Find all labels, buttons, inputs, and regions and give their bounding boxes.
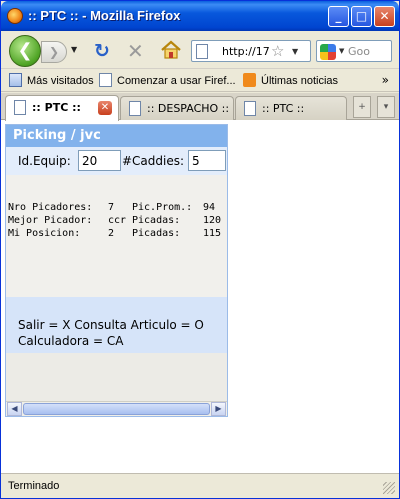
close-button[interactable]: ✕ — [374, 6, 395, 27]
bookmarks-overflow-button[interactable]: » — [382, 73, 389, 87]
bookmark-most-visited[interactable]: Más visitados — [9, 73, 94, 89]
bookmark-label: Últimas noticias — [261, 75, 339, 87]
stat-label: Picadas: — [132, 215, 181, 226]
scroll-right-icon[interactable]: ▶ — [211, 402, 226, 416]
equipment-form: Id.Equip: #Caddies: — [6, 147, 227, 175]
page-content: Picking / jvc Id.Equip: #Caddies: Nro Pi… — [1, 120, 399, 473]
tab-close-icon[interactable]: ✕ — [98, 101, 112, 115]
status-bar: Terminado — [1, 473, 399, 498]
new-tab-button[interactable]: + — [353, 96, 371, 118]
stat-label: Mejor Picador: — [8, 215, 93, 226]
empty-area — [6, 353, 227, 401]
stat-value: 94 — [203, 202, 216, 213]
stat-value: 115 — [203, 228, 222, 239]
stat-label: Pic.Prom.: — [132, 202, 193, 213]
tab-despacho[interactable]: :: DESPACHO :: — [120, 96, 234, 120]
home-icon[interactable] — [159, 38, 183, 62]
title-bar[interactable]: :: PTC :: - Mozilla Firefox _ □ ✕ — [1, 1, 399, 31]
equip-id-input[interactable] — [78, 150, 121, 171]
resize-grip-icon[interactable] — [383, 482, 395, 494]
navigation-toolbar: ❮ ❯ ▼ ↻ ✕ http://17 ☆ ▼ ▼ Goo — [1, 31, 399, 69]
caddies-label: #Caddies: — [122, 154, 185, 168]
equip-id-label: Id.Equip: — [18, 154, 71, 168]
stats-panel: Nro Picadores: 7 Pic.Prom.: 94 Mejor Pic… — [6, 175, 227, 297]
stat-label: Mi Posicion: — [8, 228, 81, 239]
search-input[interactable]: Goo — [348, 45, 370, 58]
rss-icon — [243, 73, 256, 87]
window-title: :: PTC :: - Mozilla Firefox — [28, 8, 181, 23]
maximize-button[interactable]: □ — [351, 6, 372, 27]
url-bar[interactable]: http://17 ☆ ▼ — [191, 40, 311, 62]
history-dropdown-icon[interactable]: ▼ — [71, 45, 77, 54]
tab-label: :: PTC :: — [262, 102, 305, 115]
minimize-button[interactable]: _ — [328, 6, 349, 27]
bookmark-label: Más visitados — [27, 75, 94, 87]
stat-value: 120 — [203, 215, 222, 226]
back-button[interactable]: ❮ — [9, 35, 41, 67]
bookmark-getting-started[interactable]: Comenzar a usar Firef... — [99, 73, 236, 89]
bookmark-star-icon[interactable]: ☆ — [271, 42, 284, 60]
tab-strip: :: PTC :: ✕ :: DESPACHO :: :: PTC :: + ▾ — [1, 93, 399, 121]
page-icon — [14, 100, 26, 115]
firefox-logo-icon — [7, 8, 23, 24]
bookmark-label: Comenzar a usar Firef... — [117, 75, 236, 87]
tab-ptc-active[interactable]: :: PTC :: ✕ — [5, 95, 119, 121]
bookmark-latest-news[interactable]: Últimas noticias — [243, 73, 338, 89]
shortcuts-panel: Salir = X Consulta Articulo = O Calculad… — [6, 297, 227, 353]
url-dropdown-icon[interactable]: ▼ — [292, 47, 298, 56]
page-icon — [99, 73, 112, 87]
browser-window: :: PTC :: - Mozilla Firefox _ □ ✕ ❮ ❯ ▼ … — [0, 0, 400, 499]
shortcut-line: Calculadora = CA — [18, 334, 124, 348]
tab-ptc[interactable]: :: PTC :: — [235, 96, 347, 120]
caddies-input[interactable] — [188, 150, 226, 171]
search-engine-dropdown-icon[interactable]: ▼ — [339, 47, 344, 55]
stat-label: Picadas: — [132, 228, 181, 239]
scroll-thumb[interactable] — [23, 403, 210, 415]
status-text: Terminado — [8, 480, 60, 492]
page-icon — [244, 101, 256, 116]
bookmarks-toolbar: Más visitados Comenzar a usar Firef... Ú… — [1, 70, 399, 92]
stat-value: 2 — [108, 228, 115, 239]
most-visited-icon — [9, 73, 22, 87]
tab-label: :: PTC :: — [32, 101, 81, 114]
url-input[interactable]: http://17 — [222, 45, 270, 58]
google-icon[interactable] — [320, 44, 336, 60]
picking-app-panel: Picking / jvc Id.Equip: #Caddies: Nro Pi… — [5, 124, 228, 417]
horizontal-scrollbar[interactable]: ◀ ▶ — [6, 401, 227, 416]
stat-value: ccr — [108, 215, 127, 226]
scroll-left-icon[interactable]: ◀ — [7, 402, 22, 416]
forward-button[interactable]: ❯ — [41, 41, 67, 63]
page-icon — [196, 44, 208, 59]
tab-list-button[interactable]: ▾ — [377, 96, 395, 118]
page-icon — [129, 101, 141, 116]
app-title: Picking / jvc — [6, 125, 227, 147]
stat-label: Nro Picadores: — [8, 202, 93, 213]
tab-label: :: DESPACHO :: — [147, 102, 230, 115]
shortcut-line: Salir = X Consulta Articulo = O — [18, 318, 204, 332]
search-bar[interactable]: ▼ Goo — [316, 40, 392, 62]
stat-value: 7 — [108, 202, 115, 213]
reload-icon[interactable]: ↻ — [94, 40, 110, 62]
stop-icon[interactable]: ✕ — [127, 39, 144, 63]
